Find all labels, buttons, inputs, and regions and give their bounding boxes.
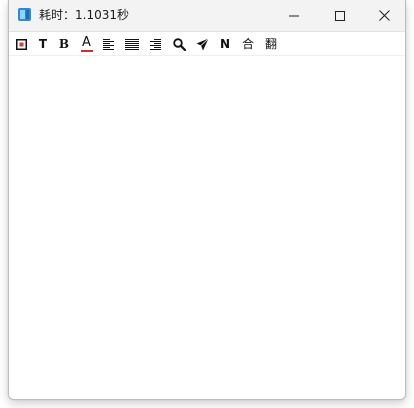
translate-icon: 翻 (264, 37, 277, 51)
font-color-icon: A (80, 35, 94, 53)
search-button[interactable] (170, 35, 188, 53)
align-left-icon (103, 38, 114, 50)
align-justify-button[interactable] (123, 35, 141, 53)
stop-button[interactable] (12, 35, 30, 53)
normal-button[interactable]: N (216, 35, 234, 53)
merge-icon: 合 (241, 37, 254, 51)
text-editor-area[interactable] (9, 56, 405, 399)
close-button[interactable] (361, 0, 405, 31)
toolbar: T B A N 合 翻 (9, 31, 405, 56)
send-icon (196, 37, 209, 50)
app-icon (17, 7, 32, 22)
minimize-icon (289, 15, 299, 16)
font-color-button[interactable]: A (78, 35, 96, 53)
font-color-underline (81, 50, 93, 52)
close-icon (378, 10, 390, 21)
stop-icon (15, 38, 27, 50)
align-justify-icon (125, 38, 139, 50)
normal-icon: N (219, 37, 231, 51)
text-button[interactable]: T (34, 35, 52, 53)
send-button[interactable] (193, 35, 211, 53)
align-right-button[interactable] (146, 35, 164, 53)
align-left-button[interactable] (100, 35, 118, 53)
app-window: 耗时：1.1031秒 T B A N 合 翻 (8, 0, 406, 400)
bold-icon: B (58, 37, 70, 51)
maximize-icon (335, 10, 345, 21)
maximize-button[interactable] (317, 0, 363, 31)
search-icon (172, 37, 186, 51)
minimize-button[interactable] (271, 0, 317, 31)
bold-button[interactable]: B (55, 35, 73, 53)
window-title: 耗时：1.1031秒 (39, 8, 129, 22)
merge-button[interactable]: 合 (239, 35, 257, 53)
title-bar[interactable]: 耗时：1.1031秒 (9, 0, 405, 31)
translate-button[interactable]: 翻 (262, 35, 280, 53)
align-right-icon (150, 38, 161, 50)
text-icon: T (38, 37, 48, 51)
